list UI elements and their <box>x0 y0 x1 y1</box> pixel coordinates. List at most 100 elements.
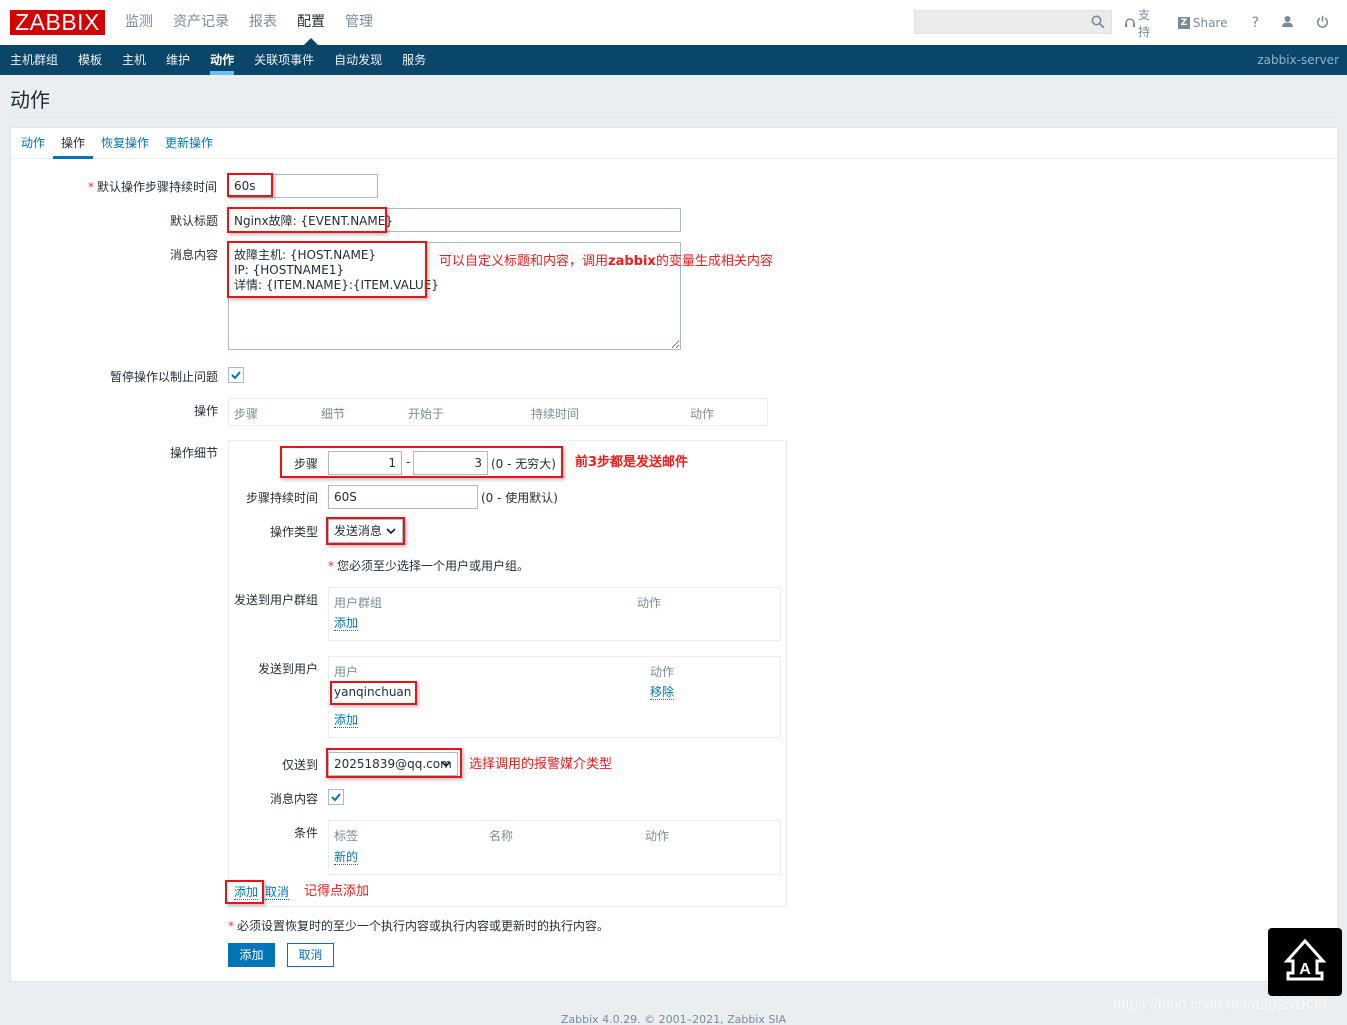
default-subject-input[interactable] <box>228 208 681 232</box>
main-nav: 监测 资产记录 报表 配置 管理 <box>115 0 383 45</box>
chevron-down-icon <box>441 761 451 768</box>
column-header: 持续时间 <box>531 407 580 421</box>
send-to-users-table: 用户 动作 yanqinchuan 移除 添加 <box>328 656 781 738</box>
arrow-a-icon: A <box>1283 938 1327 981</box>
step-to-input[interactable] <box>413 451 488 475</box>
annotation-note-add: 记得点添加 <box>304 884 370 899</box>
column-header: 标签 <box>334 829 359 843</box>
top-header: ZABBIX 监测 资产记录 报表 配置 管理 支持 Z Share ? <box>0 0 1347 45</box>
operations-label: 操作 <box>194 404 219 418</box>
tab-recovery-operations[interactable]: 恢复操作 <box>93 128 157 158</box>
send-to-groups-table: 用户群组 动作 添加 <box>328 587 781 641</box>
column-header: 开始于 <box>408 407 445 421</box>
floating-badge[interactable]: A <box>1268 928 1342 996</box>
add-user-link[interactable]: 添加 <box>334 713 359 728</box>
steps-label: 步骤 <box>294 457 319 471</box>
conditions-label: 条件 <box>294 826 319 840</box>
help-button[interactable]: ? <box>1252 15 1259 31</box>
step-duration-input[interactable] <box>328 485 478 509</box>
sub-nav-templates[interactable]: 模板 <box>68 45 112 75</box>
operation-type-label: 操作类型 <box>270 525 319 539</box>
default-message-label: 消息内容 <box>170 248 219 262</box>
pause-suppressed-label: 暂停操作以制止问题 <box>110 370 219 384</box>
search-box <box>914 10 1112 34</box>
new-condition-link[interactable]: 新的 <box>334 850 359 865</box>
operations-table: 步骤 细节 开始于 持续时间 动作 <box>228 398 768 426</box>
sub-nav-host-groups[interactable]: 主机群组 <box>0 45 68 75</box>
operation-details-label: 操作细节 <box>170 446 219 460</box>
column-header: 步骤 <box>234 407 259 421</box>
must-select-note: * 您必须至少选择一个用户或用户组。 <box>328 559 530 573</box>
main-nav-reports[interactable]: 报表 <box>239 0 287 45</box>
search-input[interactable] <box>915 11 1111 33</box>
operation-type-value: 发送消息 <box>334 524 383 538</box>
main-nav-inventory[interactable]: 资产记录 <box>163 0 239 45</box>
step-from-input[interactable] <box>328 451 402 475</box>
svg-text:A: A <box>1299 961 1311 978</box>
send-only-to-label: 仅送到 <box>282 758 319 772</box>
operation-type-select[interactable]: 发送消息 <box>328 519 403 543</box>
sub-nav-services[interactable]: 服务 <box>392 45 436 75</box>
user-profile-button[interactable] <box>1281 15 1294 31</box>
default-message-checkbox[interactable] <box>328 789 344 805</box>
step-separator: - <box>406 455 411 469</box>
default-subject-label: 默认标题 <box>170 214 219 228</box>
step-duration-label: 步骤持续时间 <box>246 491 319 505</box>
cancel-operation-link[interactable]: 取消 <box>265 885 290 900</box>
checkmark-icon <box>231 371 241 380</box>
send-only-to-value: 20251839@qq.com <box>334 757 452 771</box>
server-name: zabbix-server <box>1257 53 1339 67</box>
tab-action[interactable]: 动作 <box>13 128 53 158</box>
sign-out-button[interactable] <box>1316 15 1329 31</box>
conditions-table: 标签 名称 动作 新的 <box>328 820 781 875</box>
share-link[interactable]: Z Share <box>1177 15 1228 30</box>
send-to-groups-label: 发送到用户群组 <box>234 593 319 607</box>
checkmark-icon <box>331 793 341 802</box>
annotation-note-steps: 前3步都是发送邮件 <box>575 455 689 470</box>
default-step-duration-label: * 默认操作步骤持续时间 <box>88 180 218 194</box>
share-label: Share <box>1192 15 1228 30</box>
support-link[interactable]: 支持 <box>1124 6 1160 40</box>
sub-nav-discovery[interactable]: 自动发现 <box>324 45 392 75</box>
user-icon <box>1281 15 1294 31</box>
column-header: 动作 <box>637 596 662 610</box>
sub-nav-event-correlation[interactable]: 关联项事件 <box>244 45 324 75</box>
step-duration-hint: (0 - 使用默认) <box>481 491 558 505</box>
main-nav-monitoring[interactable]: 监测 <box>115 0 163 45</box>
main-nav-configuration[interactable]: 配置 <box>287 0 335 45</box>
recovery-note: * 必须设置恢复时的至少一个执行内容或执行内容或更新时的执行内容。 <box>228 919 610 933</box>
add-user-group-link[interactable]: 添加 <box>334 616 359 631</box>
sub-nav-hosts[interactable]: 主机 <box>112 45 156 75</box>
add-button[interactable]: 添加 <box>228 943 275 967</box>
help-icon: ? <box>1251 14 1259 31</box>
column-header: 用户群组 <box>334 596 383 610</box>
send-only-to-select[interactable]: 20251839@qq.com <box>328 752 458 776</box>
zabbix-logo[interactable]: ZABBIX <box>10 10 105 35</box>
add-operation-link[interactable]: 添加 <box>234 885 259 900</box>
power-icon <box>1316 15 1329 31</box>
column-header: 用户 <box>334 665 359 679</box>
tab-operations[interactable]: 操作 <box>53 128 94 159</box>
pause-suppressed-checkbox[interactable] <box>228 367 244 383</box>
sub-nav-actions[interactable]: 动作 <box>200 45 244 75</box>
zabbix-share-icon: Z <box>1177 16 1190 29</box>
cancel-button[interactable]: 取消 <box>287 943 334 967</box>
annotation-note-subject-content: 可以自定义标题和内容，调用zabbix的变量生成相关内容 <box>439 254 773 269</box>
tab-update-operations[interactable]: 更新操作 <box>157 128 221 158</box>
default-step-duration-input[interactable] <box>228 174 378 198</box>
default-message-checkbox-label: 消息内容 <box>270 792 319 806</box>
send-to-users-label: 发送到用户 <box>258 662 319 676</box>
column-header: 名称 <box>489 829 514 843</box>
support-label: 支持 <box>1138 7 1151 39</box>
remove-user-link[interactable]: 移除 <box>650 685 675 700</box>
column-header: 动作 <box>650 665 675 679</box>
chevron-down-icon <box>386 528 396 535</box>
title-divider <box>10 117 1338 118</box>
search-icon[interactable] <box>1091 15 1105 29</box>
footer: Zabbix 4.0.29. © 2001–2021, Zabbix SIA <box>560 1013 787 1025</box>
watermark: https://blog.csdn.net/a20251839 <box>1113 996 1327 1013</box>
user-name-cell: yanqinchuan <box>334 685 412 699</box>
main-nav-administration[interactable]: 管理 <box>335 0 383 45</box>
top-links: 支持 Z Share ? <box>1124 0 1347 45</box>
sub-nav-maintenance[interactable]: 维护 <box>156 45 200 75</box>
